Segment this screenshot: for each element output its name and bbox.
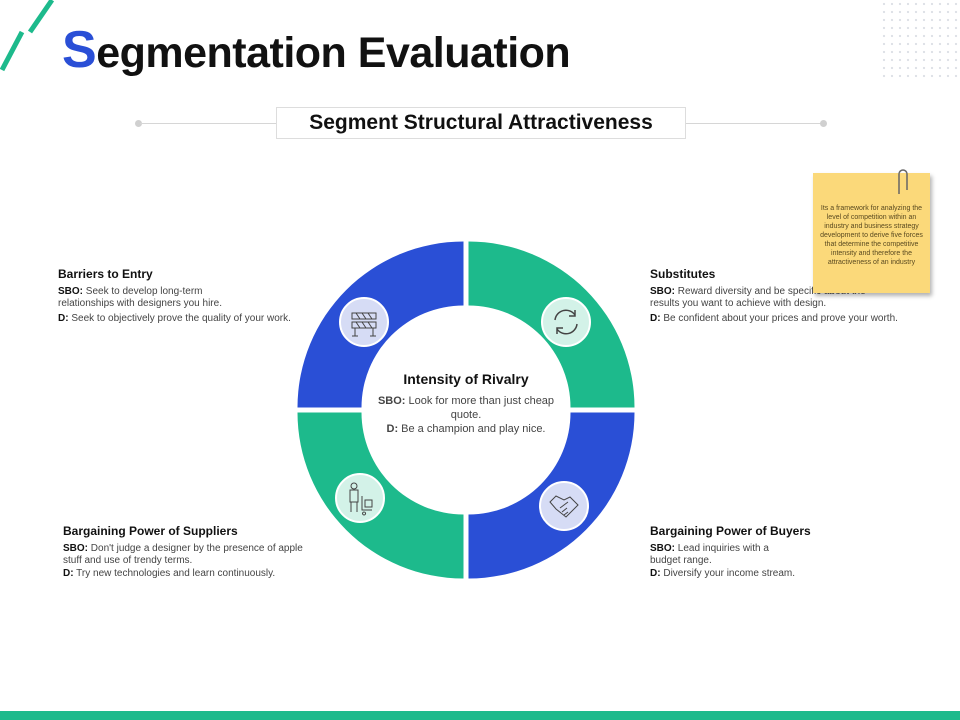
sticky-note: Its a framework for analyzing the level … xyxy=(813,173,930,293)
bottom-accent-bar xyxy=(0,711,960,720)
barrier-icon xyxy=(339,297,389,347)
force-buyers: Bargaining Power of Buyers SBO: Lead inq… xyxy=(650,524,811,579)
page-title: Segmentation Evaluation xyxy=(62,21,571,79)
center-title: Intensity of Rivalry xyxy=(403,371,529,387)
section-subtitle: Segment Structural Attractiveness xyxy=(276,107,686,139)
handshake-icon xyxy=(539,481,589,531)
slash-decoration xyxy=(0,0,55,72)
subtitle-line-right xyxy=(685,123,822,124)
supplier-delivery-icon xyxy=(335,473,385,523)
center-rivalry: Intensity of Rivalry SBO: Look for more … xyxy=(366,372,566,436)
force-suppliers: Bargaining Power of Suppliers SBO: Don't… xyxy=(63,524,303,579)
refresh-icon xyxy=(541,297,591,347)
dot-grid-decoration xyxy=(880,0,960,80)
force-barriers-to-entry: Barriers to Entry SBO: Seek to develop l… xyxy=(58,267,291,324)
subtitle-line-left xyxy=(140,123,277,124)
paperclip-icon xyxy=(898,169,908,194)
subtitle-line-dot-right xyxy=(820,120,827,127)
